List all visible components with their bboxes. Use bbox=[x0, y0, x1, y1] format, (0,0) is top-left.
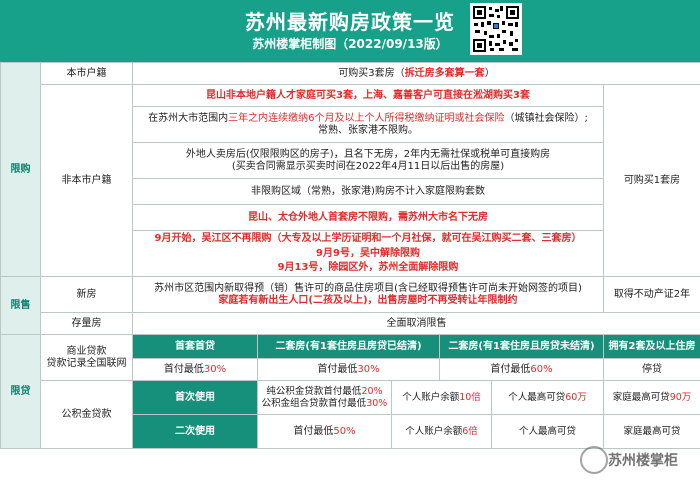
fund-first-family: 家庭最高可贷90万 bbox=[603, 380, 700, 415]
nonlocal-rule-kunshan: 昆山非本地户籍人才家庭可买3套，上海、嘉善客户可直接在淞湖购买3套 bbox=[132, 84, 604, 107]
header-banner: 苏州最新购房政策一览 苏州楼掌柜制图（2022/09/13版） bbox=[0, 0, 700, 62]
local-hukou-value: 可购买3套房（拆迁房多套算一套） bbox=[132, 62, 700, 85]
section-xiandai: 限贷 bbox=[0, 334, 41, 449]
policy-sheet: 苏州最新购房政策一览 苏州楼掌柜制图（2022/09/13版） 限购 本市户籍 … bbox=[0, 0, 700, 483]
section-xiangou: 限购 bbox=[0, 62, 41, 277]
fund-second-balance: 个人账户余额6倍 bbox=[391, 414, 492, 449]
local-hukou-label: 本市户籍 bbox=[40, 62, 133, 85]
commercial-loan-label: 商业贷款 贷款记录全国联网 bbox=[40, 334, 133, 381]
fund-first-use: 首次使用 bbox=[132, 380, 258, 415]
nonlocal-right-note: 可购买1套房 bbox=[603, 84, 700, 277]
new-house-rule: 苏州市区范围内新取得预（销）售许可的商品住房项目(含已经取得预售许可尚未开始网签… bbox=[132, 276, 604, 313]
commercial-second-uncleared: 首付最低60% bbox=[439, 358, 604, 381]
fund-first-downpayment: 纯公积金贷款首付最低20% 公积金组合贷款首付最低30% bbox=[257, 380, 392, 415]
fund-second-use: 二次使用 bbox=[132, 414, 258, 449]
fund-first-personal: 个人最高可贷60万 bbox=[491, 380, 604, 415]
header-first-home: 首套首贷 bbox=[132, 334, 258, 359]
nonlocal-rule-citywide: 9月13号，除园区外，苏州全面解除限购 bbox=[132, 260, 604, 277]
header-second-uncleared: 二套房(有1套住房且房贷未结清) bbox=[439, 334, 604, 359]
nonlocal-rule-wuzhong: 9月9号，吴中解除限购 bbox=[132, 246, 604, 261]
stock-house-label: 存量房 bbox=[40, 312, 133, 335]
policy-table: 限购 本市户籍 可购买3套房（拆迁房多套算一套） 非本市户籍 昆山非本地户籍人才… bbox=[0, 62, 700, 449]
section-xianshou: 限售 bbox=[0, 276, 41, 335]
nonlocal-hukou-label: 非本市户籍 bbox=[40, 84, 133, 277]
stock-house-value: 全面取消限售 bbox=[132, 312, 700, 335]
header-two-plus: 拥有2套及以上住房 bbox=[603, 334, 700, 359]
fund-second-downpayment: 首付最低50% bbox=[257, 414, 392, 449]
commercial-first: 首付最低30% bbox=[132, 358, 258, 381]
watermark-text: 苏州楼掌柜 bbox=[608, 453, 678, 469]
nonlocal-rule-unrestricted: 非限购区域（常熟，张家港)购房不计入家庭限购套数 bbox=[132, 178, 604, 205]
wechat-logo-icon bbox=[580, 446, 608, 474]
nonlocal-rule-resale: 外地人卖房后(仅限限购区的房子)，且名下无房，2年内无需社保或税单可直接购房 (买… bbox=[132, 142, 604, 179]
nonlocal-rule-kunshan-taicang: 昆山、太仓外地人首套房不限购，需苏州大市名下无房 bbox=[132, 204, 604, 231]
commercial-two-plus: 停贷 bbox=[603, 358, 700, 381]
new-house-label: 新房 bbox=[40, 276, 133, 313]
page-subtitle: 苏州楼掌柜制图（2022/09/13版） bbox=[252, 37, 448, 51]
qr-code-icon[interactable] bbox=[470, 3, 522, 55]
fund-first-balance: 个人账户余额10倍 bbox=[391, 380, 492, 415]
nonlocal-rule-wujiang: 9月开始，吴江区不再限购（大专及以上学历证明和一个月社保，就可在吴江购买二套、三… bbox=[132, 230, 604, 247]
commercial-second-cleared: 首付最低30% bbox=[257, 358, 440, 381]
fund-loan-label: 公积金贷款 bbox=[40, 380, 133, 449]
page-title: 苏州最新购房政策一览 bbox=[245, 10, 455, 34]
new-house-right: 取得不动产证2年 bbox=[603, 276, 700, 313]
header-second-cleared: 二套房(有1套住房且房贷已结清) bbox=[257, 334, 440, 359]
nonlocal-rule-tax: 在苏州大市范围内三年之内连续缴纳6个月及以上个人所得税缴纳证明或社会保险（城镇社… bbox=[132, 106, 604, 143]
watermark: 苏州楼掌柜 bbox=[580, 442, 700, 480]
